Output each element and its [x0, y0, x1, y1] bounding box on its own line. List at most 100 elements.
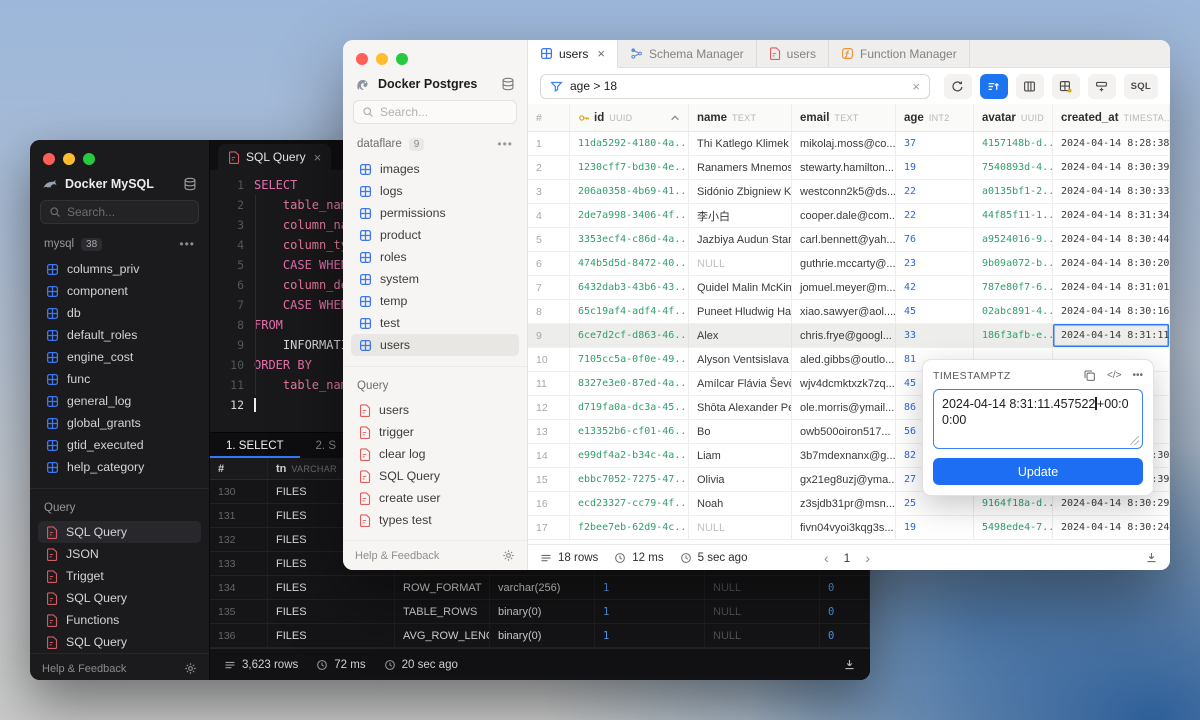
close-tab-icon[interactable]: ×: [597, 46, 605, 61]
cell[interactable]: 2024-04-14 8:30:39.21...: [1053, 156, 1170, 179]
sidebar-query-trigget[interactable]: Trigget: [38, 565, 201, 587]
cell[interactable]: 2024-04-14 8:31:11.457...: [1053, 324, 1170, 347]
cell[interactable]: 3353ecf4-c86d-4a..: [570, 228, 689, 251]
column-header-avatar[interactable]: avatarUUID: [974, 104, 1053, 131]
cell[interactable]: 1: [595, 600, 705, 623]
cell[interactable]: 2de7a998-3406-4f..: [570, 204, 689, 227]
cell[interactable]: NULL: [705, 624, 820, 647]
cell[interactable]: z3sjdb31pr@msn....: [792, 492, 896, 515]
cell[interactable]: Olivia: [689, 468, 792, 491]
cell[interactable]: aled.gibbs@outlo...: [792, 348, 896, 371]
help-feedback-link[interactable]: Help & Feedback: [355, 550, 439, 562]
tab-users[interactable]: users×: [528, 40, 618, 68]
cell[interactable]: 2024-04-14 8:30:16.15...: [1053, 300, 1170, 323]
cell[interactable]: NULL: [705, 576, 820, 599]
tab-users[interactable]: users: [757, 40, 829, 67]
cell[interactable]: Shōta Alexander Pe...: [689, 396, 792, 419]
minimize-window-button[interactable]: [376, 53, 388, 65]
sidebar-table-default-roles[interactable]: default_roles: [38, 324, 201, 346]
settings-gear-icon[interactable]: [184, 662, 197, 675]
table-row[interactable]: 76432dab3-43b6-43..Quidel Malin McKinl..…: [528, 276, 1170, 300]
sidebar-table-images[interactable]: images: [351, 158, 519, 180]
sidebar-search-input[interactable]: Search...: [40, 200, 199, 224]
column-header-id[interactable]: idUUID: [570, 104, 689, 131]
cell[interactable]: 186f3afb-e..: [974, 324, 1053, 347]
cell[interactable]: 37: [896, 132, 974, 155]
clear-filter-icon[interactable]: ×: [912, 79, 920, 94]
code-view-icon[interactable]: </>: [1107, 370, 1121, 381]
column-header-name[interactable]: nameTEXT: [689, 104, 792, 131]
cell[interactable]: 2024-04-14 8:30:44.59...: [1053, 228, 1170, 251]
cell[interactable]: #: [210, 458, 268, 479]
prev-page-icon[interactable]: ‹: [824, 550, 829, 566]
zoom-window-button[interactable]: [396, 53, 408, 65]
add-row-button[interactable]: [1088, 74, 1116, 99]
cell[interactable]: e13352b6-cf01-46..: [570, 420, 689, 443]
help-feedback-link[interactable]: Help & Feedback: [42, 663, 126, 675]
cell[interactable]: 45: [896, 300, 974, 323]
column-header-created-at[interactable]: created_atTIMESTA...: [1053, 104, 1170, 131]
cell[interactable]: 11da5292-4180-4a..: [570, 132, 689, 155]
cell[interactable]: varchar(256): [490, 576, 595, 599]
columns-button[interactable]: [1016, 74, 1044, 99]
update-button[interactable]: Update: [933, 458, 1143, 485]
cell[interactable]: 7105cc5a-0f0e-49..: [570, 348, 689, 371]
sidebar-table-component[interactable]: component: [38, 280, 201, 302]
sidebar-query-clear-log[interactable]: clear log: [351, 443, 519, 465]
cell[interactable]: 133: [210, 552, 268, 575]
table-row[interactable]: 17f2bee7eb-62d9-4c..NULLfivn04vyoi3kqg3s…: [528, 516, 1170, 540]
sidebar-table-permissions[interactable]: permissions: [351, 202, 519, 224]
table-row[interactable]: 111da5292-4180-4a..Thi Katlego Klimekmik…: [528, 132, 1170, 156]
sidebar-query-sql-query[interactable]: SQL Query: [351, 465, 519, 487]
cell[interactable]: f2bee7eb-62d9-4c..: [570, 516, 689, 539]
cell[interactable]: 02abc891-4..: [974, 300, 1053, 323]
cell[interactable]: 33: [896, 324, 974, 347]
sql-view-button[interactable]: SQL: [1124, 74, 1158, 99]
sidebar-query-sql-query[interactable]: SQL Query: [38, 521, 201, 543]
cell[interactable]: 1230cff7-bd30-4e..: [570, 156, 689, 179]
sidebar-table-users[interactable]: users: [351, 334, 519, 356]
close-tab-icon[interactable]: ×: [314, 150, 322, 165]
cell[interactable]: xiao.sawyer@aol....: [792, 300, 896, 323]
cell[interactable]: 6ce7d2cf-d863-46..: [570, 324, 689, 347]
table-row[interactable]: 865c19af4-adf4-4f..Puneet Hludwig Ha...x…: [528, 300, 1170, 324]
cell[interactable]: Quidel Malin McKinl...: [689, 276, 792, 299]
table-row[interactable]: 42de7a998-3406-4f..李小白cooper.dale@com...…: [528, 204, 1170, 228]
add-table-button[interactable]: [1052, 74, 1080, 99]
cell[interactable]: TABLE_ROWS: [395, 600, 490, 623]
more-menu-icon[interactable]: •••: [179, 237, 195, 251]
cell[interactable]: e99df4a2-b34c-4a..: [570, 444, 689, 467]
table-row[interactable]: 135FILESTABLE_ROWSbinary(0)1NULL0: [210, 600, 870, 624]
cell[interactable]: 22: [896, 180, 974, 203]
cell[interactable]: ecd23327-cc79-4f..: [570, 492, 689, 515]
cell[interactable]: cooper.dale@com...: [792, 204, 896, 227]
cell[interactable]: Bo: [689, 420, 792, 443]
cell[interactable]: 6432dab3-43b6-43..: [570, 276, 689, 299]
cell[interactable]: 131: [210, 504, 268, 527]
cell[interactable]: a9524016-9..: [974, 228, 1053, 251]
cell[interactable]: binary(0): [490, 600, 595, 623]
cell[interactable]: binary(0): [490, 624, 595, 647]
cell[interactable]: mikolaj.moss@co...: [792, 132, 896, 155]
zoom-window-button[interactable]: [83, 153, 95, 165]
cell[interactable]: FILES: [268, 576, 395, 599]
cell[interactable]: 787e80f7-6..: [974, 276, 1053, 299]
schema-label[interactable]: dataflare: [357, 138, 402, 150]
cell[interactable]: Sidónio Zbigniew K...: [689, 180, 792, 203]
cell[interactable]: FILES: [268, 600, 395, 623]
popup-more-icon[interactable]: •••: [1132, 370, 1143, 381]
table-row[interactable]: 53353ecf4-c86d-4a..Jazbiya Audun Starkca…: [528, 228, 1170, 252]
settings-gear-icon[interactable]: [502, 549, 515, 562]
cell[interactable]: Amílcar Flávia Ševčík: [689, 372, 792, 395]
cell[interactable]: 2024-04-14 8:28:38.29...: [1053, 132, 1170, 155]
copy-icon[interactable]: [1083, 369, 1096, 382]
sidebar-table-product[interactable]: product: [351, 224, 519, 246]
cell[interactable]: Ranamers Mnemos...: [689, 156, 792, 179]
cell[interactable]: NULL: [689, 516, 792, 539]
tab-function-manager[interactable]: Function Manager: [829, 40, 970, 67]
cell[interactable]: jomuel.meyer@m...: [792, 276, 896, 299]
cell[interactable]: 1: [595, 624, 705, 647]
export-download-icon[interactable]: [843, 658, 856, 671]
cell[interactable]: d719fa0a-dc3a-45..: [570, 396, 689, 419]
table-row[interactable]: 21230cff7-bd30-4e..Ranamers Mnemos...ste…: [528, 156, 1170, 180]
